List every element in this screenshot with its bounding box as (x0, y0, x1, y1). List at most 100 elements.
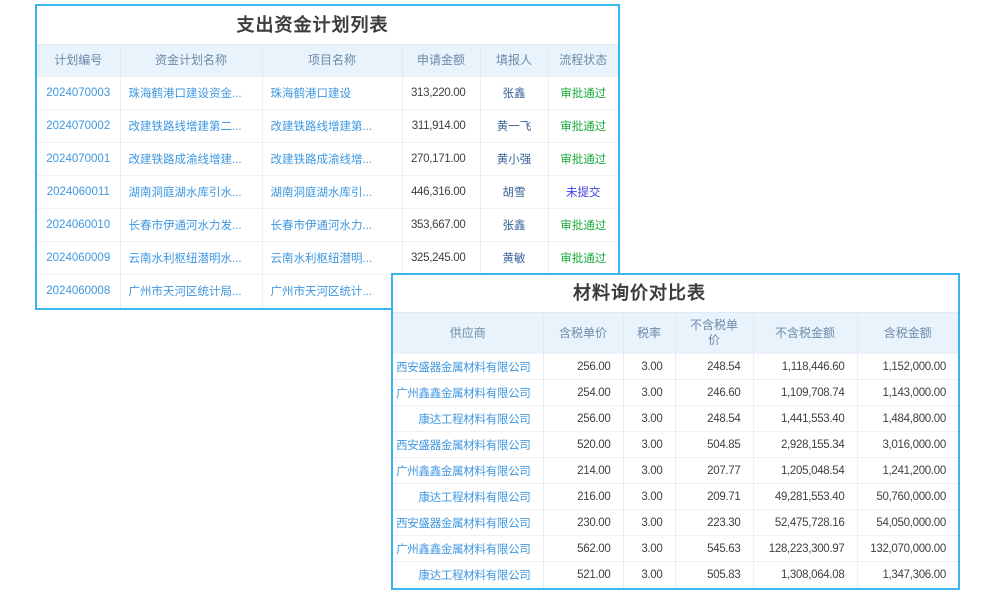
project-name-link[interactable]: 云南水利枢纽潜明... (262, 242, 402, 275)
supplier-name-link[interactable]: 康达工程材料有限公司 (393, 484, 543, 510)
project-name-link[interactable]: 珠海鹤港口建设 (262, 77, 402, 110)
material-table: 供应商 含税单价 税率 不含税单价 不含税金额 含税金额 西安盛器金属材料有限公… (393, 312, 958, 588)
table-row: 西安盛器金属材料有限公司 520.00 3.00 504.85 2,928,15… (393, 432, 958, 458)
plan-name-link[interactable]: 云南水利枢纽潜明水... (120, 242, 262, 275)
status-badge[interactable]: 审批通过 (548, 77, 618, 110)
taxed-amount-cell: 1,143,000.00 (857, 380, 958, 406)
supplier-name-link[interactable]: 西安盛器金属材料有限公司 (393, 432, 543, 458)
project-name-link[interactable]: 湖南洞庭湖水库引... (262, 176, 402, 209)
table-row: 2024060011 湖南洞庭湖水库引水... 湖南洞庭湖水库引... 446,… (37, 176, 618, 209)
project-name-link[interactable]: 改建铁路成渝线增... (262, 143, 402, 176)
untaxed-amount-cell: 1,441,553.40 (753, 406, 857, 432)
column-header-person: 填报人 (480, 45, 548, 77)
supplier-name-link[interactable]: 广州鑫鑫金属材料有限公司 (393, 458, 543, 484)
tax-rate-cell: 3.00 (623, 432, 675, 458)
plan-id-link[interactable]: 2024060009 (37, 242, 120, 275)
untaxed-price-cell: 209.71 (675, 484, 753, 510)
taxed-amount-cell: 1,241,200.00 (857, 458, 958, 484)
untaxed-price-cell: 207.77 (675, 458, 753, 484)
plan-name-link[interactable]: 广州市天河区统计局... (120, 275, 262, 308)
plan-id-link[interactable]: 2024070001 (37, 143, 120, 176)
untaxed-price-cell: 246.60 (675, 380, 753, 406)
plan-id-link[interactable]: 2024070002 (37, 110, 120, 143)
taxed-amount-cell: 1,152,000.00 (857, 354, 958, 380)
taxed-price-cell: 520.00 (543, 432, 623, 458)
taxed-amount-cell: 54,050,000.00 (857, 510, 958, 536)
table-row: 2024070002 改建铁路线增建第二... 改建铁路线增建第... 311,… (37, 110, 618, 143)
supplier-name-link[interactable]: 康达工程材料有限公司 (393, 406, 543, 432)
expense-table: 计划编号 资金计划名称 项目名称 申请金额 填报人 流程状态 202407000… (37, 44, 618, 308)
column-header-project-name: 项目名称 (262, 45, 402, 77)
supplier-name-link[interactable]: 广州鑫鑫金属材料有限公司 (393, 536, 543, 562)
untaxed-price-cell: 505.83 (675, 562, 753, 588)
supplier-name-link[interactable]: 康达工程材料有限公司 (393, 562, 543, 588)
tax-rate-cell: 3.00 (623, 380, 675, 406)
plan-name-link[interactable]: 改建铁路成渝线增建... (120, 143, 262, 176)
untaxed-amount-cell: 1,308,064.08 (753, 562, 857, 588)
person-cell: 黄小强 (480, 143, 548, 176)
status-badge[interactable]: 审批通过 (548, 143, 618, 176)
column-header-plan-name: 资金计划名称 (120, 45, 262, 77)
table-row: 2024070003 珠海鹤港口建设资金... 珠海鹤港口建设 313,220.… (37, 77, 618, 110)
status-badge[interactable]: 审批通过 (548, 110, 618, 143)
untaxed-amount-cell: 1,205,048.54 (753, 458, 857, 484)
untaxed-price-cell: 504.85 (675, 432, 753, 458)
status-badge[interactable]: 审批通过 (548, 209, 618, 242)
untaxed-amount-cell: 1,118,446.60 (753, 354, 857, 380)
plan-name-link[interactable]: 改建铁路线增建第二... (120, 110, 262, 143)
project-name-link[interactable]: 改建铁路线增建第... (262, 110, 402, 143)
untaxed-amount-cell: 52,475,728.16 (753, 510, 857, 536)
supplier-name-link[interactable]: 西安盛器金属材料有限公司 (393, 510, 543, 536)
untaxed-price-cell: 248.54 (675, 406, 753, 432)
tax-rate-cell: 3.00 (623, 510, 675, 536)
taxed-price-cell: 230.00 (543, 510, 623, 536)
person-cell: 张鑫 (480, 77, 548, 110)
plan-id-link[interactable]: 2024060010 (37, 209, 120, 242)
supplier-name-link[interactable]: 广州鑫鑫金属材料有限公司 (393, 380, 543, 406)
project-name-link[interactable]: 长春市伊通河水力... (262, 209, 402, 242)
table-row: 康达工程材料有限公司 521.00 3.00 505.83 1,308,064.… (393, 562, 958, 588)
amount-cell: 446,316.00 (402, 176, 480, 209)
table-row: 2024060009 云南水利枢纽潜明水... 云南水利枢纽潜明... 325,… (37, 242, 618, 275)
taxed-amount-cell: 3,016,000.00 (857, 432, 958, 458)
plan-id-link[interactable]: 2024060011 (37, 176, 120, 209)
column-header-taxed-amount: 含税金额 (857, 313, 958, 354)
expense-header-row: 计划编号 资金计划名称 项目名称 申请金额 填报人 流程状态 (37, 45, 618, 77)
plan-name-link[interactable]: 长春市伊通河水力发... (120, 209, 262, 242)
taxed-price-cell: 521.00 (543, 562, 623, 588)
status-badge[interactable]: 审批通过 (548, 242, 618, 275)
project-name-link[interactable]: 广州市天河区统计... (262, 275, 402, 308)
taxed-price-cell: 254.00 (543, 380, 623, 406)
column-header-untaxed-price: 不含税单价 (675, 313, 753, 354)
untaxed-amount-cell: 2,928,155.34 (753, 432, 857, 458)
expense-plan-table-card: 支出资金计划列表 计划编号 资金计划名称 项目名称 申请金额 填报人 流程状态 … (35, 4, 620, 310)
column-header-supplier: 供应商 (393, 313, 543, 354)
plan-name-link[interactable]: 湖南洞庭湖水库引水... (120, 176, 262, 209)
column-header-plan-id: 计划编号 (37, 45, 120, 77)
person-cell: 胡雪 (480, 176, 548, 209)
table-row: 广州鑫鑫金属材料有限公司 254.00 3.00 246.60 1,109,70… (393, 380, 958, 406)
taxed-amount-cell: 132,070,000.00 (857, 536, 958, 562)
untaxed-amount-cell: 128,223,300.97 (753, 536, 857, 562)
amount-cell: 353,667.00 (402, 209, 480, 242)
amount-cell: 270,171.00 (402, 143, 480, 176)
amount-cell: 311,914.00 (402, 110, 480, 143)
untaxed-amount-cell: 49,281,553.40 (753, 484, 857, 510)
table-row: 西安盛器金属材料有限公司 256.00 3.00 248.54 1,118,44… (393, 354, 958, 380)
column-header-untaxed-amount: 不含税金额 (753, 313, 857, 354)
untaxed-price-cell: 545.63 (675, 536, 753, 562)
material-table-title: 材料询价对比表 (393, 275, 958, 312)
column-header-tax-rate: 税率 (623, 313, 675, 354)
status-badge[interactable]: 未提交 (548, 176, 618, 209)
table-row: 康达工程材料有限公司 216.00 3.00 209.71 49,281,553… (393, 484, 958, 510)
untaxed-price-cell: 248.54 (675, 354, 753, 380)
column-header-status: 流程状态 (548, 45, 618, 77)
plan-id-link[interactable]: 2024070003 (37, 77, 120, 110)
material-inquiry-table-card: 材料询价对比表 供应商 含税单价 税率 不含税单价 不含税金额 含税金额 西安盛… (391, 273, 960, 590)
taxed-amount-cell: 50,760,000.00 (857, 484, 958, 510)
taxed-price-cell: 216.00 (543, 484, 623, 510)
plan-name-link[interactable]: 珠海鹤港口建设资金... (120, 77, 262, 110)
table-row: 康达工程材料有限公司 256.00 3.00 248.54 1,441,553.… (393, 406, 958, 432)
supplier-name-link[interactable]: 西安盛器金属材料有限公司 (393, 354, 543, 380)
plan-id-link[interactable]: 2024060008 (37, 275, 120, 308)
